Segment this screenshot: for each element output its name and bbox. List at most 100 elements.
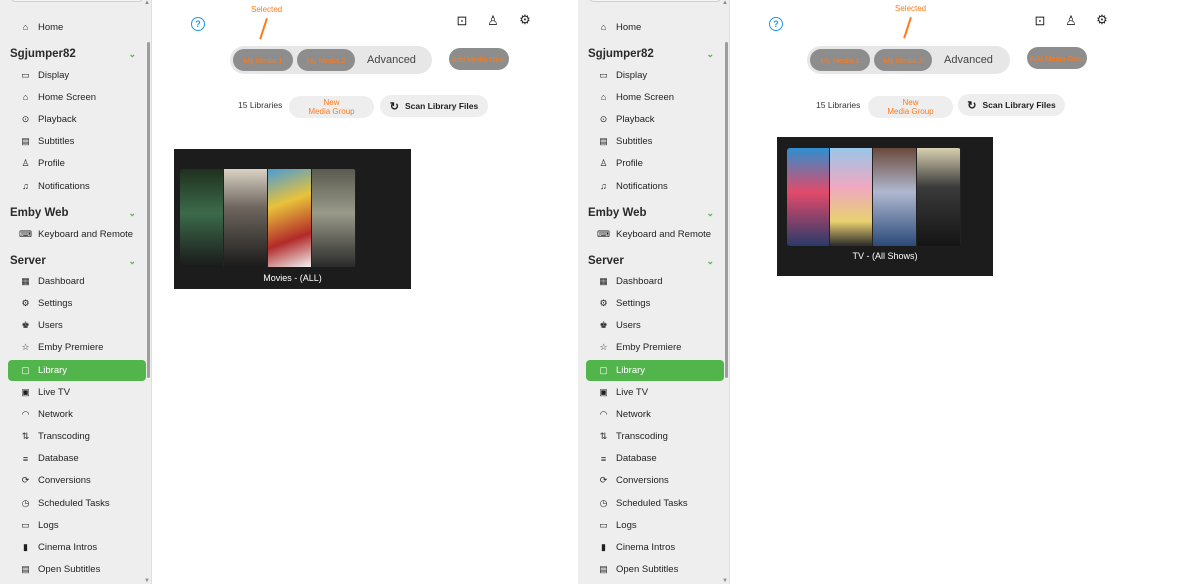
sidebar-item-profile[interactable]: ♙ Profile [586, 154, 724, 174]
section-header-emby-web[interactable]: Emby Web ⌄ [588, 207, 714, 219]
user-icon[interactable]: ♙ [1063, 13, 1079, 29]
poster-4 [917, 148, 961, 246]
sidebar-item-database[interactable]: ≡ Database [8, 449, 146, 469]
sidebar-item-label: Dashboard [38, 275, 85, 287]
section-header-server[interactable]: Server ⌄ [10, 255, 136, 267]
sidebar-item-open-subtitles[interactable]: ▤ Open Subtitles [586, 560, 724, 580]
sidebar-item-dashboard[interactable]: ▦ Dashboard [586, 271, 724, 291]
scroll-down-arrow-icon[interactable]: ▼ [722, 578, 728, 584]
sidebar-item-playback[interactable]: ⊙ Playback [8, 109, 146, 129]
sidebar-item-display[interactable]: ▭ Display [586, 65, 724, 85]
sidebar-item-cinema-intros[interactable]: ▮ Cinema Intros [8, 537, 146, 557]
sidebar-item-label: Library [38, 364, 68, 376]
tab-advanced[interactable]: Advanced [944, 54, 993, 66]
sidebar-search-stub[interactable] [588, 0, 722, 2]
new-media-group-button[interactable]: New Media Group [868, 96, 953, 118]
sidebar-item-label: Scheduled Tasks [38, 497, 110, 509]
sidebar-item-home-screen[interactable]: ⌂ Home Screen [8, 87, 146, 107]
sidebar-item-home[interactable]: ⌂ Home [586, 17, 724, 37]
help-icon[interactable]: ? [769, 17, 783, 31]
tab-advanced[interactable]: Advanced [367, 54, 416, 66]
sidebar-item-live-tv[interactable]: ▣ Live TV [8, 382, 146, 402]
poster-2 [830, 148, 873, 246]
sidebar-item-cinema-intros[interactable]: ▮ Cinema Intros [586, 537, 724, 557]
sidebar-item-display[interactable]: ▭ Display [8, 65, 146, 85]
sidebar-item-label: Transcoding [38, 430, 90, 442]
section-header-user[interactable]: Sgjumper82 ⌄ [588, 48, 714, 60]
scan-library-files-button[interactable]: ↻ Scan Library Files [380, 95, 488, 117]
sidebar-item-playback[interactable]: ⊙ Playback [586, 109, 724, 129]
section-header-user[interactable]: Sgjumper82 ⌄ [10, 48, 136, 60]
sidebar-item-home[interactable]: ⌂ Home [8, 17, 146, 37]
sidebar-item-settings[interactable]: ⚙ Settings [8, 293, 146, 313]
sidebar-item-network[interactable]: ◠ Network [8, 404, 146, 424]
play-icon: ⊙ [21, 113, 30, 124]
sidebar-item-open-subtitles[interactable]: ▤ Open Subtitles [8, 560, 146, 580]
poster-4 [312, 169, 356, 267]
library-card-tv[interactable]: TV - (All Shows) [777, 137, 993, 276]
section-header-emby-web[interactable]: Emby Web ⌄ [10, 207, 136, 219]
sidebar-item-library[interactable]: ▢ Library [8, 359, 146, 381]
sidebar-item-library[interactable]: ▢ Library [586, 359, 724, 381]
sidebar-scrollbar[interactable] [147, 42, 150, 378]
sidebar-item-emby-premiere[interactable]: ☆ Emby Premiere [586, 338, 724, 358]
scroll-down-arrow-icon[interactable]: ▼ [144, 578, 150, 584]
sidebar-item-users[interactable]: ♚ Users [8, 315, 146, 335]
help-icon[interactable]: ? [191, 17, 205, 31]
clock-icon: ◷ [599, 497, 608, 508]
sidebar-item-database[interactable]: ≡ Database [586, 449, 724, 469]
sidebar-item-scheduled-tasks[interactable]: ◷ Scheduled Tasks [586, 493, 724, 513]
tab-my-media-2[interactable]: My Media 2 [297, 49, 355, 71]
sidebar-item-dashboard[interactable]: ▦ Dashboard [8, 271, 146, 291]
sidebar-item-live-tv[interactable]: ▣ Live TV [586, 382, 724, 402]
tab-my-media-2[interactable]: My Media 2 [874, 49, 932, 71]
scroll-up-arrow-icon[interactable]: ▲ [722, 0, 728, 6]
sidebar-item-emby-premiere[interactable]: ☆ Emby Premiere [8, 338, 146, 358]
sidebar-item-subtitles[interactable]: ▤ Subtitles [586, 132, 724, 152]
cast-icon[interactable]: ⊡ [1032, 13, 1048, 29]
sidebar-item-profile[interactable]: ♙ Profile [8, 154, 146, 174]
sidebar-item-keyboard-and-remote[interactable]: ⌨ Keyboard and Remote [586, 224, 724, 244]
sidebar-item-network[interactable]: ◠ Network [586, 404, 724, 424]
sidebar-item-notifications[interactable]: ♫ Notifications [586, 176, 724, 196]
star-icon: ☆ [21, 342, 30, 353]
conversions-icon: ⟳ [599, 475, 608, 486]
add-media-group-tab[interactable]: Add Media Grou [449, 48, 509, 70]
button-label-line2: Media Group [887, 107, 934, 116]
sidebar-item-logs[interactable]: ▭ Logs [586, 515, 724, 535]
cast-icon[interactable]: ⊡ [454, 13, 470, 29]
sidebar-item-conversions[interactable]: ⟳ Conversions [8, 471, 146, 491]
add-media-group-tab[interactable]: Add Media Grou [1027, 47, 1087, 69]
tv-icon: ▣ [21, 386, 30, 397]
library-card-title: TV - (All Shows) [852, 251, 918, 261]
sidebar-item-subtitles[interactable]: ▤ Subtitles [8, 132, 146, 152]
gear-icon[interactable]: ⚙ [1094, 12, 1110, 28]
sidebar-search-stub[interactable] [10, 0, 144, 2]
sidebar-item-label: Keyboard and Remote [616, 228, 712, 240]
sidebar-item-label: Home Screen [38, 91, 97, 103]
library-card-image [180, 169, 356, 267]
poster-3 [873, 148, 917, 246]
scan-library-files-button[interactable]: ↻ Scan Library Files [958, 94, 1065, 116]
sidebar-item-logs[interactable]: ▭ Logs [8, 515, 146, 535]
sidebar-item-home-screen[interactable]: ⌂ Home Screen [586, 87, 724, 107]
gear-icon[interactable]: ⚙ [517, 12, 533, 28]
chevron-down-icon: ⌄ [706, 207, 714, 218]
sidebar-item-transcoding[interactable]: ⇅ Transcoding [586, 426, 724, 446]
tab-my-media-1[interactable]: My Media 1 [810, 49, 870, 71]
sidebar-item-keyboard-and-remote[interactable]: ⌨ Keyboard and Remote [8, 224, 146, 244]
gear-icon: ⚙ [599, 297, 608, 308]
new-media-group-button[interactable]: New Media Group [289, 96, 374, 118]
library-card-movies[interactable]: Movies - (ALL) [174, 149, 411, 289]
sidebar-item-scheduled-tasks[interactable]: ◷ Scheduled Tasks [8, 493, 146, 513]
sidebar-item-notifications[interactable]: ♫ Notifications [8, 176, 146, 196]
sidebar-item-conversions[interactable]: ⟳ Conversions [586, 471, 724, 491]
sidebar-item-transcoding[interactable]: ⇅ Transcoding [8, 426, 146, 446]
tab-my-media-1[interactable]: My Media 1 [233, 49, 293, 71]
sidebar-scrollbar[interactable] [725, 42, 728, 378]
section-header-server[interactable]: Server ⌄ [588, 255, 714, 267]
sidebar-item-settings[interactable]: ⚙ Settings [586, 293, 724, 313]
scroll-up-arrow-icon[interactable]: ▲ [144, 0, 150, 6]
user-icon[interactable]: ♙ [485, 13, 501, 29]
sidebar-item-users[interactable]: ♚ Users [586, 315, 724, 335]
